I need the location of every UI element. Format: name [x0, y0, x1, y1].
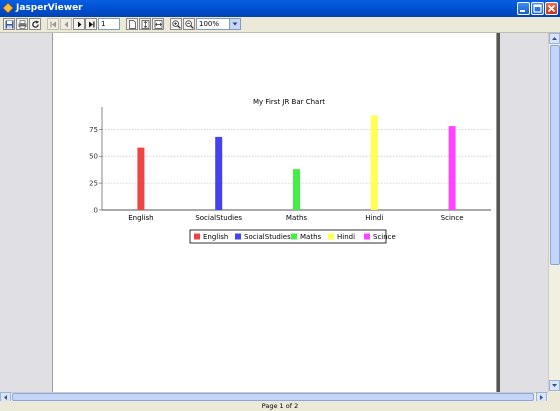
- y-tick-label: 0: [94, 207, 98, 215]
- x-tick-label: Hindi: [365, 214, 383, 222]
- close-icon: [547, 4, 556, 13]
- reload-icon: [32, 20, 39, 28]
- zoom-in-icon: [172, 20, 181, 29]
- page-icon: [129, 20, 136, 29]
- zoom-select[interactable]: 100%: [196, 18, 241, 30]
- jasper-app-icon: [3, 3, 13, 13]
- fit-width-button[interactable]: [152, 18, 164, 30]
- legend-swatch: [291, 233, 297, 240]
- legend-swatch: [328, 233, 334, 240]
- bar: [293, 169, 300, 210]
- vertical-scrollbar[interactable]: [548, 33, 560, 392]
- chevron-down-icon: [232, 22, 238, 26]
- bar: [215, 136, 223, 210]
- next-page-button[interactable]: [73, 18, 85, 30]
- maximize-button[interactable]: [531, 2, 544, 15]
- printer-icon: [18, 20, 27, 29]
- page-status-label: Page 1 of 2: [261, 402, 299, 410]
- scroll-up-button[interactable]: [549, 33, 560, 44]
- last-page-icon: [89, 21, 95, 28]
- print-button[interactable]: [16, 18, 28, 30]
- fit-page-button[interactable]: [139, 18, 151, 30]
- bar: [137, 147, 145, 210]
- arrow-up-icon: [552, 37, 557, 40]
- page-number-input[interactable]: 1: [98, 18, 120, 30]
- legend-swatch: [235, 233, 241, 240]
- x-tick-label: English: [128, 214, 153, 222]
- x-tick-label: SocialStudies: [195, 214, 242, 222]
- y-tick-label: 50: [89, 153, 98, 161]
- legend-label: Hindi: [337, 233, 355, 241]
- zoom-out-icon: [185, 20, 194, 29]
- zoom-out-button[interactable]: [183, 18, 195, 30]
- fit-width-icon: [154, 20, 163, 29]
- arrow-down-icon: [552, 384, 557, 387]
- first-page-button[interactable]: [47, 18, 59, 30]
- save-icon: [5, 20, 14, 29]
- close-button[interactable]: [545, 2, 558, 15]
- horizontal-scrollbar[interactable]: [0, 392, 548, 403]
- first-page-icon: [50, 21, 56, 28]
- bar-chart: My First JR Bar Chart 0 25 50 75 English Socia…: [89, 98, 491, 244]
- last-page-button[interactable]: [85, 18, 97, 30]
- x-tick-label: Maths: [286, 214, 308, 222]
- maximize-icon: [533, 4, 542, 13]
- save-button[interactable]: [3, 18, 15, 30]
- toolbar: 1 100%: [0, 17, 560, 33]
- y-tick-label: 25: [89, 180, 98, 188]
- zoom-value: 100%: [199, 20, 220, 28]
- zoom-in-button[interactable]: [170, 18, 182, 30]
- y-tick-label: 75: [89, 126, 98, 134]
- bar: [370, 115, 378, 210]
- fit-page-icon: [141, 20, 150, 29]
- legend-label: SocialStudies: [244, 233, 291, 241]
- previous-page-icon: [64, 21, 68, 28]
- reload-button[interactable]: [29, 18, 41, 30]
- legend-label: Scince: [373, 233, 396, 241]
- legend-swatch: [364, 233, 370, 240]
- dropdown-arrow-button[interactable]: [229, 19, 240, 29]
- scroll-down-button[interactable]: [549, 380, 560, 391]
- report-page: My First JR Bar Chart 0 25 50 75 English Socia…: [52, 33, 497, 392]
- report-viewport[interactable]: My First JR Bar Chart 0 25 50 75 English Socia…: [0, 33, 548, 392]
- legend-label: Maths: [300, 233, 322, 241]
- minimize-icon: [520, 10, 525, 12]
- horizontal-scroll-thumb[interactable]: [12, 393, 534, 401]
- jasper-viewer-window: JasperViewer 1 100% My First JR Bar Char…: [0, 0, 560, 411]
- bar: [448, 126, 456, 210]
- legend-swatch: [194, 233, 200, 240]
- legend-label: English: [203, 233, 228, 241]
- chart-title: My First JR Bar Chart: [253, 98, 325, 106]
- status-bar: Page 1 of 2: [0, 401, 560, 411]
- x-tick-label: Scince: [441, 214, 464, 222]
- window-title: JasperViewer: [16, 3, 83, 13]
- title-bar[interactable]: JasperViewer: [0, 0, 560, 17]
- next-page-icon: [78, 21, 82, 28]
- actual-size-button[interactable]: [126, 18, 138, 30]
- previous-page-button[interactable]: [60, 18, 72, 30]
- vertical-scroll-thumb[interactable]: [550, 45, 560, 265]
- minimize-button[interactable]: [517, 2, 530, 15]
